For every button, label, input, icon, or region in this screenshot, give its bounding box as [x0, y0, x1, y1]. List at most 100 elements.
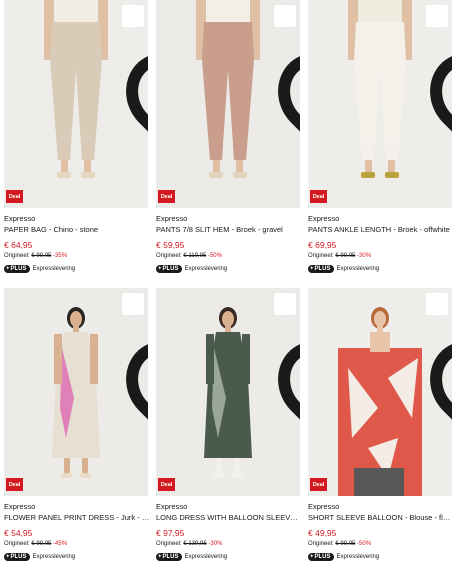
- original-label: Origineel:: [156, 253, 182, 259]
- discount-percent: -35%: [53, 253, 68, 259]
- product-title[interactable]: FLOWER PANEL PRINT DRESS - Jurk - stone: [4, 512, 150, 523]
- express-delivery-label: Expresslevering: [32, 554, 76, 560]
- product-image[interactable]: Deal: [4, 288, 148, 496]
- product-image[interactable]: Deal: [308, 288, 452, 496]
- original-price-row: Origineel: € 99,95 -50%: [308, 539, 455, 549]
- product-info: Expresso SHORT SLEEVE BALLOON - Blouse - …: [308, 502, 455, 562]
- plus-icon: +: [158, 554, 162, 560]
- original-price: € 139,95: [183, 541, 207, 547]
- wishlist-button[interactable]: [274, 293, 300, 420]
- product-image[interactable]: Deal: [4, 0, 148, 208]
- sale-price: € 54,95: [4, 528, 33, 538]
- product-brand[interactable]: Expresso: [4, 214, 152, 224]
- product-brand[interactable]: Expresso: [156, 214, 304, 224]
- plus-row: + PLUS Expresslevering: [156, 552, 304, 562]
- wishlist-button[interactable]: [426, 5, 452, 132]
- product-title[interactable]: LONG DRESS WITH BALLOON SLEEVES - Jurk: [156, 512, 302, 523]
- original-label: Origineel:: [4, 541, 30, 547]
- product-title[interactable]: PAPER BAG - Chino - stone: [4, 224, 150, 235]
- plus-label: PLUS: [314, 266, 331, 272]
- express-delivery-label: Expresslevering: [32, 266, 76, 272]
- plus-label: PLUS: [162, 554, 179, 560]
- express-delivery-label: Expresslevering: [184, 266, 228, 272]
- sale-price: € 69,95: [308, 240, 337, 250]
- original-price: € 119,95: [183, 253, 207, 259]
- wishlist-button[interactable]: [122, 293, 148, 420]
- plus-label: PLUS: [162, 266, 179, 272]
- product-info: Expresso FLOWER PANEL PRINT DRESS - Jurk …: [4, 502, 152, 562]
- product-info: Expresso PANTS 7/8 SLIT HEM - Broek - gra…: [156, 214, 304, 274]
- product-brand[interactable]: Expresso: [308, 214, 455, 224]
- plus-row: + PLUS Expresslevering: [308, 552, 455, 562]
- plus-icon: +: [6, 266, 10, 272]
- plus-icon: +: [158, 266, 162, 272]
- deal-badge: Deal: [158, 478, 175, 491]
- product-title[interactable]: SHORT SLEEVE BALLOON - Blouse - flamingo: [308, 512, 454, 523]
- original-label: Origineel:: [308, 253, 334, 259]
- original-price-row: Origineel: € 99,95 -30%: [308, 251, 455, 261]
- sale-price: € 49,95: [308, 528, 337, 538]
- discount-percent: -30%: [357, 253, 372, 259]
- product-info: Expresso PAPER BAG - Chino - stone € 64,95…: [4, 214, 152, 274]
- original-price: € 99,95: [31, 253, 52, 259]
- plus-icon: +: [6, 554, 10, 560]
- plus-badge: + PLUS: [4, 265, 30, 273]
- discount-percent: -30%: [208, 541, 223, 547]
- product-image[interactable]: Deal: [156, 0, 300, 208]
- product-image[interactable]: Deal: [308, 0, 452, 208]
- product-info: Expresso LONG DRESS WITH BALLOON SLEEVES …: [156, 502, 304, 562]
- product-title[interactable]: PANTS ANKLE LENGTH - Broek - offwhite: [308, 224, 454, 235]
- heart-outline-icon: [430, 56, 452, 132]
- product-title[interactable]: PANTS 7/8 SLIT HEM - Broek - gravel: [156, 224, 302, 235]
- plus-label: PLUS: [10, 266, 27, 272]
- product-brand[interactable]: Expresso: [4, 502, 152, 512]
- sale-price: € 97,95: [156, 528, 185, 538]
- product-info: Expresso PANTS ANKLE LENGTH - Broek - off…: [308, 214, 455, 274]
- original-label: Origineel:: [156, 541, 182, 547]
- product-image[interactable]: Deal: [156, 288, 300, 496]
- plus-label: PLUS: [314, 554, 331, 560]
- express-delivery-label: Expresslevering: [336, 554, 380, 560]
- plus-badge: + PLUS: [308, 265, 334, 273]
- heart-outline-icon: [126, 344, 148, 420]
- original-price-row: Origineel: € 99,95 -35%: [4, 251, 152, 261]
- wishlist-button[interactable]: [274, 5, 300, 132]
- plus-badge: + PLUS: [156, 553, 182, 561]
- plus-row: + PLUS Expresslevering: [308, 264, 455, 274]
- heart-outline-icon: [126, 56, 148, 132]
- plus-row: + PLUS Expresslevering: [4, 264, 152, 274]
- deal-badge: Deal: [6, 190, 23, 203]
- original-price-row: Origineel: € 99,95 -45%: [4, 539, 152, 549]
- sale-price: € 64,95: [4, 240, 33, 250]
- discount-percent: -50%: [357, 541, 372, 547]
- plus-label: PLUS: [10, 554, 27, 560]
- heart-outline-icon: [278, 344, 300, 420]
- plus-icon: +: [310, 554, 314, 560]
- discount-percent: -45%: [53, 541, 68, 547]
- plus-badge: + PLUS: [156, 265, 182, 273]
- original-price: € 99,95: [335, 253, 356, 259]
- original-label: Origineel:: [4, 253, 30, 259]
- plus-badge: + PLUS: [308, 553, 334, 561]
- discount-percent: -50%: [207, 253, 222, 259]
- plus-row: + PLUS Expresslevering: [4, 552, 152, 562]
- wishlist-button[interactable]: [122, 5, 148, 132]
- heart-outline-icon: [278, 56, 300, 132]
- wishlist-button[interactable]: [426, 293, 452, 420]
- original-price: € 99,95: [31, 541, 52, 547]
- deal-badge: Deal: [310, 190, 327, 203]
- deal-badge: Deal: [6, 478, 23, 491]
- plus-row: + PLUS Expresslevering: [156, 264, 304, 274]
- sale-price: € 59,95: [156, 240, 185, 250]
- product-brand[interactable]: Expresso: [156, 502, 304, 512]
- original-price-row: Origineel: € 119,95 -50%: [156, 251, 304, 261]
- plus-badge: + PLUS: [4, 553, 30, 561]
- deal-badge: Deal: [158, 190, 175, 203]
- express-delivery-label: Expresslevering: [184, 554, 228, 560]
- original-label: Origineel:: [308, 541, 334, 547]
- plus-icon: +: [310, 266, 314, 272]
- original-price-row: Origineel: € 139,95 -30%: [156, 539, 304, 549]
- product-brand[interactable]: Expresso: [308, 502, 455, 512]
- express-delivery-label: Expresslevering: [336, 266, 380, 272]
- deal-badge: Deal: [310, 478, 327, 491]
